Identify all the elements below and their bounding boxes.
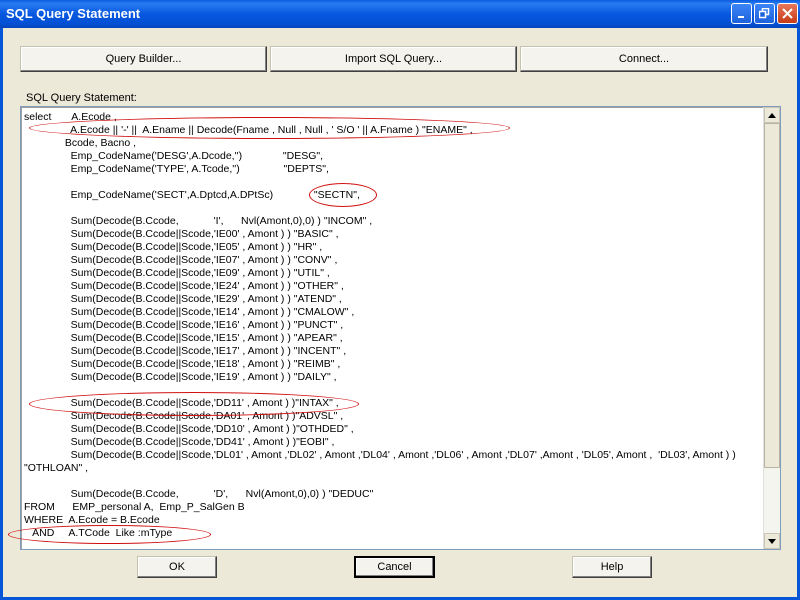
sql-line: Sum(Decode(B.Ccode||Scode,'IE29' , Amont… xyxy=(24,293,342,305)
import-sql-query-button[interactable]: Import SQL Query... xyxy=(270,46,517,72)
sql-line: Sum(Decode(B.Ccode||Scode,'IE16' , Amont… xyxy=(24,319,344,331)
sql-text[interactable]: select A.Ecode , A.Ecode || '-' || A.Ena… xyxy=(24,111,764,540)
help-button[interactable]: Help xyxy=(572,556,652,578)
sql-line: Sum(Decode(B.Ccode||Scode,'DD10' , Amont… xyxy=(24,423,354,435)
sql-line: Sum(Decode(B.Ccode, 'D', Nvl(Amont,0),0)… xyxy=(24,488,374,500)
sql-line xyxy=(24,176,764,189)
restore-icon xyxy=(759,8,770,19)
ok-label: OK xyxy=(169,561,185,573)
restore-button[interactable] xyxy=(754,3,775,24)
sql-line: FROM EMP_personal A, Emp_P_SalGen B xyxy=(24,501,245,513)
sql-line: Sum(Decode(B.Ccode||Scode,'IE24' , Amont… xyxy=(24,280,344,292)
sql-line: Bcode, Bacno , xyxy=(24,137,137,149)
sql-line: Sum(Decode(B.Ccode||Scode,'IE15' , Amont… xyxy=(24,332,343,344)
close-button[interactable] xyxy=(777,3,798,24)
help-label: Help xyxy=(600,561,624,573)
sql-line: Sum(Decode(B.Ccode, 'I', Nvl(Amont,0),0)… xyxy=(24,215,373,227)
sql-line: Emp_CodeName('SECT',A.Dptcd,A.DPtSc) "SE… xyxy=(24,189,360,201)
scroll-thumb[interactable] xyxy=(764,123,780,468)
sql-editor[interactable]: select A.Ecode , A.Ecode || '-' || A.Ena… xyxy=(20,106,781,550)
sql-line: Sum(Decode(B.Ccode||Scode,'DD11' , Amont… xyxy=(24,397,339,409)
arrow-down-icon xyxy=(768,538,776,544)
close-icon xyxy=(782,8,793,19)
cancel-button[interactable]: Cancel xyxy=(354,556,435,578)
sql-line: "OTHLOAN" , xyxy=(24,462,89,474)
sql-query-dialog: SQL Query Statement Query Builder... Imp… xyxy=(0,0,800,600)
sql-line: Sum(Decode(B.Ccode||Scode,'IE09' , Amont… xyxy=(24,267,330,279)
sql-line: Sum(Decode(B.Ccode||Scode,'IE14' , Amont… xyxy=(24,306,355,318)
sql-line: Sum(Decode(B.Ccode||Scode,'IE00' , Amont… xyxy=(24,228,339,240)
sql-line: Sum(Decode(B.Ccode||Scode,'IE07' , Amont… xyxy=(24,254,338,266)
connect-button[interactable]: Connect... xyxy=(520,46,768,72)
sql-line: Emp_CodeName('DESG',A.Dcode,'') "DESG", xyxy=(24,150,324,162)
vertical-scrollbar[interactable] xyxy=(763,107,780,549)
sql-line: Sum(Decode(B.Ccode||Scode,'IE17' , Amont… xyxy=(24,345,347,357)
minimize-icon xyxy=(738,16,744,18)
ok-button[interactable]: OK xyxy=(137,556,217,578)
sql-line: Sum(Decode(B.Ccode||Scode,'DA01' , Amont… xyxy=(24,410,344,422)
minimize-button[interactable] xyxy=(731,3,752,24)
arrow-up-icon xyxy=(768,112,776,118)
sql-line: Sum(Decode(B.Ccode||Scode,'IE19' , Amont… xyxy=(24,371,337,383)
sql-line: WHERE A.Ecode = B.Ecode xyxy=(24,514,160,526)
sql-statement-label: SQL Query Statement: xyxy=(26,92,137,104)
connect-label: Connect... xyxy=(618,53,670,65)
sql-line: Sum(Decode(B.Ccode||Scode,'DD41' , Amont… xyxy=(24,436,335,448)
sql-line: select A.Ecode , xyxy=(24,111,117,123)
window-title: SQL Query Statement xyxy=(6,6,141,21)
sql-line xyxy=(24,475,764,488)
sql-line: Sum(Decode(B.Ccode||Scode,'IE18' , Amont… xyxy=(24,358,341,370)
sql-line: Emp_CodeName('TYPE', A.Tcode,'') "DEPTS"… xyxy=(24,163,329,175)
sql-line: Sum(Decode(B.Ccode||Scode,'IE05' , Amont… xyxy=(24,241,323,253)
sql-line: AND A.TCode Like :mType xyxy=(24,527,173,539)
query-builder-label: Query Builder... xyxy=(105,53,182,65)
cancel-label: Cancel xyxy=(377,561,412,573)
import-sql-query-label: Import SQL Query... xyxy=(344,53,443,65)
sql-line xyxy=(24,384,764,397)
query-builder-button[interactable]: Query Builder... xyxy=(20,46,267,72)
sql-line xyxy=(24,202,764,215)
sql-line: Sum(Decode(B.Ccode||Scode,'DL01' , Amont… xyxy=(24,449,736,461)
sql-line: A.Ecode || '-' || A.Ename || Decode(Fnam… xyxy=(24,124,473,136)
scroll-up-button[interactable] xyxy=(764,107,780,123)
title-bar[interactable]: SQL Query Statement xyxy=(0,0,800,28)
scroll-down-button[interactable] xyxy=(764,533,780,549)
